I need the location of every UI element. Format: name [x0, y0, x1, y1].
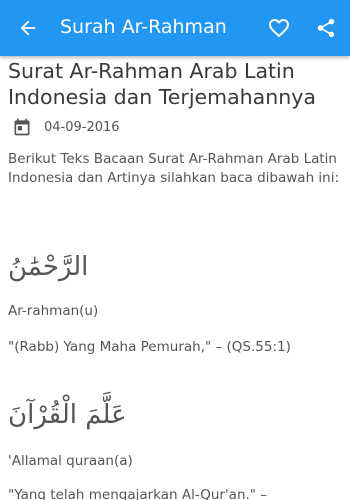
verse-latin: 'Allamal quraan(a): [8, 453, 133, 469]
post-date: 04-09-2016: [44, 119, 120, 135]
app-bar: Surah Ar-Rahman: [0, 0, 350, 56]
back-button[interactable]: [14, 14, 42, 42]
calendar-icon: [12, 117, 32, 137]
date-row: 04-09-2016: [12, 116, 120, 138]
arrow-back-icon: [20, 20, 36, 36]
verse-latin: Ar-rahman(u): [8, 303, 99, 319]
verse-arabic: الرَّحْمَٰنُ: [8, 252, 89, 282]
share-button[interactable]: [312, 14, 340, 42]
verse-meaning: "Yang telah mengajarkan Al-Qur'an." –: [8, 487, 268, 500]
heart-outline-icon: [269, 19, 289, 38]
app-bar-title: Surah Ar-Rahman: [60, 16, 227, 38]
verse-arabic: عَلَّمَ الْقُرْآنَ: [8, 400, 127, 430]
article-title: Surat Ar-Rahman Arab Latin Indonesia dan…: [8, 59, 316, 109]
article-content[interactable]: Surat Ar-Rahman Arab Latin Indonesia dan…: [0, 56, 350, 500]
share-icon: [317, 18, 335, 38]
intro-text: Berikut Teks Bacaan Surat Ar-Rahman Arab…: [8, 151, 340, 186]
verse-meaning: "(Rabb) Yang Maha Pemurah," – (QS.55:1): [8, 339, 291, 355]
favorite-button[interactable]: [265, 14, 293, 42]
